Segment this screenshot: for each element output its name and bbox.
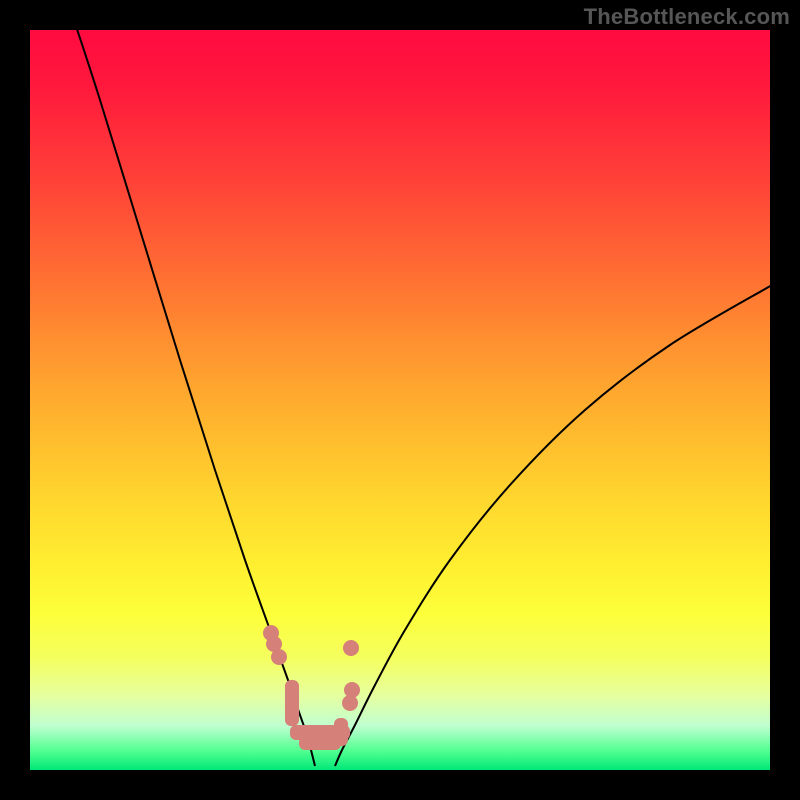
right-curve <box>335 285 770 766</box>
watermark-text: TheBottleneck.com <box>584 4 790 30</box>
chart-frame: TheBottleneck.com <box>0 0 800 800</box>
chart-plot-area <box>30 30 770 770</box>
curve-marker-dot <box>271 649 287 665</box>
marker-group <box>263 625 360 750</box>
curve-marker-dot <box>343 640 359 656</box>
curve-marker-bar <box>285 680 299 726</box>
curve-marker-dot <box>342 695 358 711</box>
curve-marker-bar <box>334 718 348 746</box>
chart-svg <box>30 30 770 770</box>
